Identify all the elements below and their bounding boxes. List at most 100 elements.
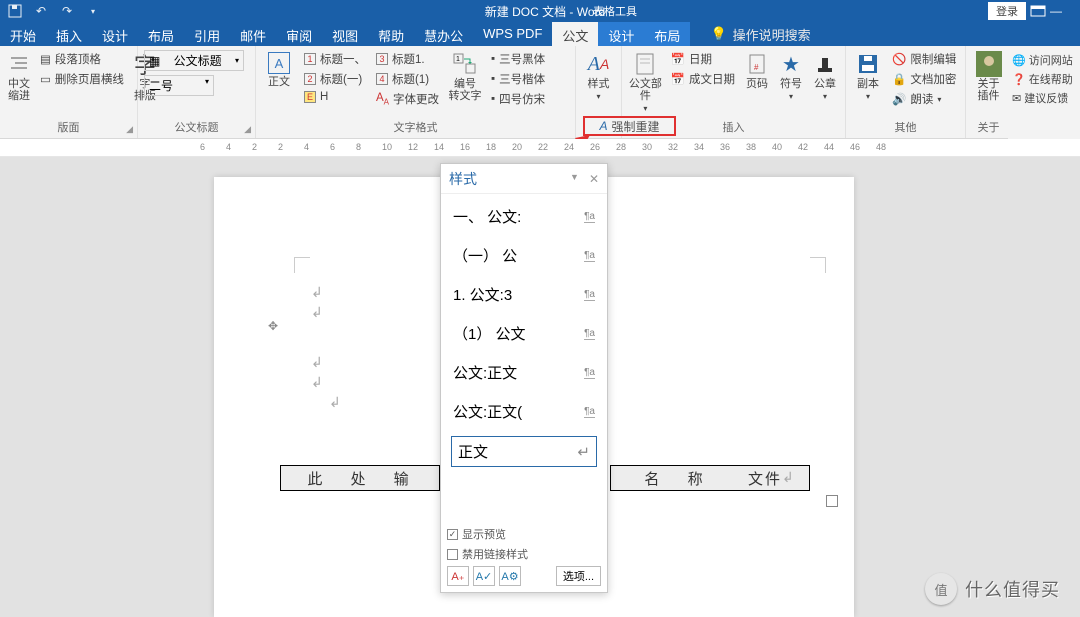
symbol-label: 符号 — [780, 78, 802, 90]
force-rebuild-label: 强制重建 — [612, 118, 660, 135]
style-item-selected[interactable]: 正文↵ — [451, 436, 597, 467]
contextual-tab-label: 表格工具 — [580, 0, 650, 19]
visit-site-link[interactable]: 🌐访问网站 — [1012, 52, 1073, 68]
qat-dropdown-icon[interactable]: ▾ — [84, 3, 102, 19]
styles-button[interactable]: AA 样式 ▾ — [582, 50, 615, 101]
options-button[interactable]: 选项... — [556, 566, 601, 586]
issue-date-button[interactable]: 📅成文日期 — [669, 70, 737, 88]
horizontal-ruler[interactable]: 6422468101214161820222426283032343638404… — [0, 139, 1080, 157]
date-button[interactable]: 📅日期 — [669, 50, 737, 68]
style-item[interactable]: （1） 公文¶a — [451, 319, 597, 348]
styles-list: 一、 公文:¶a （一） 公¶a 1. 公文:3¶a （1） 公文¶a 公文:正… — [441, 194, 607, 475]
body-label: 正文 — [268, 76, 290, 88]
feedback-link[interactable]: ✉建议反馈 — [1012, 90, 1068, 106]
seal-button[interactable]: 公章▾ — [811, 50, 839, 101]
heading-paren1-button[interactable]: 2标题(一) — [302, 70, 368, 88]
style-inspector-button[interactable]: A✓ — [473, 566, 495, 586]
style-item[interactable]: 公文:正文(¶a — [451, 397, 597, 426]
qat-save-icon[interactable] — [6, 3, 24, 19]
gw-title-dropdown[interactable]: ▦公文标题▾ — [144, 50, 244, 71]
group-about: 关于 插件 关于 — [966, 46, 1012, 138]
seal-label: 公章 — [814, 78, 836, 90]
heading-paren1n-button[interactable]: 4标题(1) — [374, 70, 441, 88]
tab-design[interactable]: 设计 — [92, 22, 138, 46]
table-move-handle[interactable]: ✥ — [268, 319, 278, 333]
copy-button[interactable]: 副本▾ — [852, 50, 884, 101]
tab-gongwen[interactable]: 公文 — [552, 22, 598, 46]
dot-icon: ▪ — [491, 73, 495, 85]
force-rebuild-button[interactable]: A 强制重建 — [583, 116, 676, 136]
minimize-icon[interactable]: — — [1050, 4, 1074, 18]
key-icon: 🔒 — [892, 72, 906, 86]
qat-undo-icon[interactable]: ↶ — [32, 3, 50, 19]
symbol-button[interactable]: ★ 符号▾ — [777, 50, 805, 101]
ribbon-tabs: 开始 插入 设计 布局 引用 邮件 审阅 视图 帮助 慧办公 WPS PDF 公… — [0, 22, 1080, 46]
group-label-about: 关于 — [978, 122, 1000, 134]
speaker-icon: 🔊 — [892, 92, 906, 106]
ribbon-options-icon[interactable] — [1030, 5, 1046, 17]
tab-view[interactable]: 视图 — [322, 22, 368, 46]
tab-help[interactable]: 帮助 — [368, 22, 414, 46]
chinese-indent-button[interactable]: 中文 缩进 — [6, 50, 32, 102]
tab-table-design[interactable]: 设计 — [598, 22, 644, 46]
chevron-down-icon: ▾ — [596, 92, 600, 101]
watermark-text: 什么值得买 — [965, 576, 1060, 602]
h-highlight-button[interactable]: EH — [302, 90, 368, 104]
font-change-button[interactable]: AA字体更改 — [374, 90, 441, 108]
tab-huibangong[interactable]: 慧办公 — [414, 22, 473, 46]
body-text-button[interactable]: A 正文 — [262, 50, 296, 88]
tab-layout[interactable]: 布局 — [138, 22, 184, 46]
page-number-button[interactable]: # 页码 — [743, 50, 771, 90]
qat-redo-icon[interactable]: ↷ — [58, 3, 76, 19]
tab-table-layout[interactable]: 布局 — [644, 22, 690, 46]
numbering-convert-button[interactable]: 1 编号 转文字 — [447, 50, 483, 102]
copy-label: 副本 — [857, 78, 879, 90]
group-label-title: 公文标题 — [175, 122, 219, 134]
tell-me-search[interactable]: 💡 操作说明搜索 — [710, 22, 810, 46]
tab-insert[interactable]: 插入 — [46, 22, 92, 46]
close-icon[interactable]: ✕ — [589, 172, 599, 186]
about-plugin-button[interactable]: 关于 插件 — [972, 50, 1005, 102]
table-cell-mid[interactable]: 名 称 — [610, 465, 740, 491]
style-item[interactable]: （一） 公¶a — [451, 241, 597, 270]
gw-parts-button[interactable]: 公文部件▾ — [628, 50, 663, 113]
encrypt-button[interactable]: 🔒文档加密 — [890, 70, 958, 88]
launcher-icon[interactable]: ◢ — [244, 124, 251, 135]
style-item[interactable]: 一、 公文:¶a — [451, 202, 597, 231]
convert-icon: 1 — [451, 52, 479, 76]
online-help-link[interactable]: ❓在线帮助 — [1012, 71, 1073, 87]
paragraph-top-button[interactable]: ▤段落顶格 — [38, 50, 126, 68]
pagenum-label: 页码 — [746, 78, 768, 90]
font-hei3-button[interactable]: ▪三号黑体 — [489, 50, 547, 68]
tab-wpspdf[interactable]: WPS PDF — [473, 22, 552, 46]
new-style-button[interactable]: A₊ — [447, 566, 469, 586]
table-cell-right[interactable]: 文件↲ — [740, 465, 810, 491]
refresh-icon: A — [599, 119, 607, 133]
tab-home[interactable]: 开始 — [0, 22, 46, 46]
login-button[interactable]: 登录 — [988, 2, 1026, 20]
restrict-edit-button[interactable]: 🚫限制编辑 — [890, 50, 958, 68]
launcher-icon[interactable]: ◢ — [126, 124, 133, 135]
remove-header-line-button[interactable]: ▭删除页眉横线 — [38, 70, 126, 88]
font-size-dropdown[interactable]: 二号▾ — [144, 75, 214, 96]
font-kai3-button[interactable]: ▪三号楷体 — [489, 70, 547, 88]
disable-linked-checkbox[interactable]: 禁用链接样式 — [447, 546, 601, 562]
search-hint-text: 操作说明搜索 — [733, 25, 811, 44]
table-resize-handle[interactable] — [826, 495, 838, 507]
header-icon: ▭ — [40, 72, 51, 86]
font-fang4-button[interactable]: ▪四号仿宋 — [489, 90, 547, 108]
tab-references[interactable]: 引用 — [184, 22, 230, 46]
lightbulb-icon: 💡 — [710, 26, 726, 42]
heading-1dot-button[interactable]: 3标题1. — [374, 50, 441, 68]
read-aloud-button[interactable]: 🔊朗读▾ — [890, 90, 958, 108]
style-item[interactable]: 1. 公文:3¶a — [451, 280, 597, 309]
style-item[interactable]: 公文:正文¶a — [451, 358, 597, 387]
chevron-down-icon: ▾ — [235, 56, 239, 65]
heading-1-button[interactable]: 1标题一、 — [302, 50, 368, 68]
table-cell-left[interactable]: 此 处 输 — [280, 465, 440, 491]
manage-styles-button[interactable]: A⚙ — [499, 566, 521, 586]
pane-dropdown-icon[interactable]: ▼ — [570, 172, 579, 186]
tab-review[interactable]: 审阅 — [276, 22, 322, 46]
tab-mailings[interactable]: 邮件 — [230, 22, 276, 46]
show-preview-checkbox[interactable]: ✓显示预览 — [447, 526, 601, 542]
